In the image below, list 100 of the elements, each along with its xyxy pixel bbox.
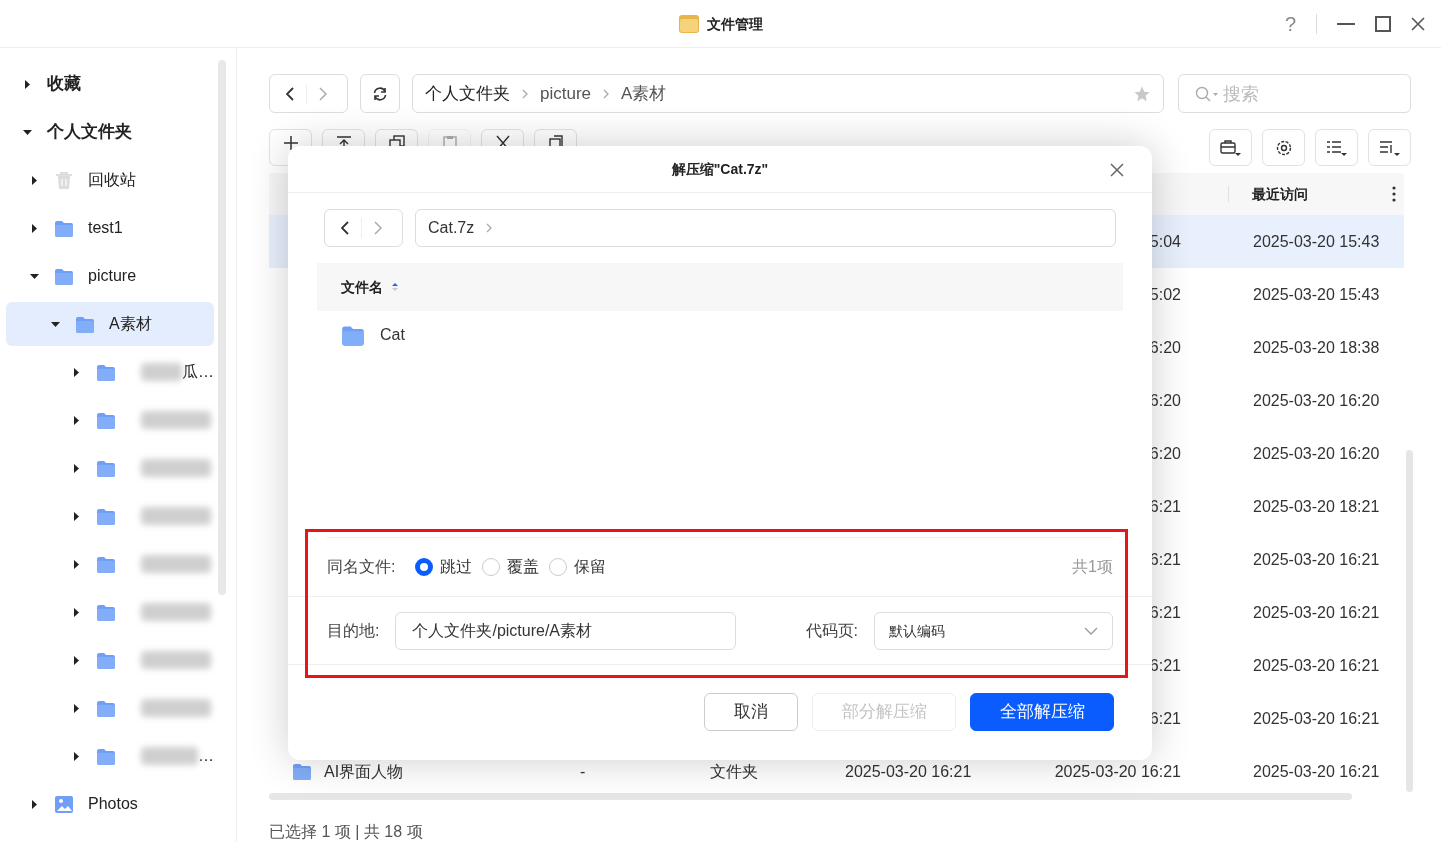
- table-cell: 2025-03-20 16:21: [1253, 762, 1380, 780]
- path-segment[interactable]: picture: [540, 80, 592, 107]
- table-cell: 2025-03-20 16:21: [1253, 550, 1380, 568]
- horizontal-scrollbar[interactable]: [269, 793, 1352, 800]
- caret-right-icon[interactable]: [30, 799, 39, 809]
- path-bar[interactable]: Cat.7z: [415, 209, 1116, 247]
- caret-right-icon[interactable]: [72, 607, 81, 617]
- table-cell: 2025-03-20 16:21: [845, 762, 972, 780]
- tree-item[interactable]: A素材: [6, 302, 214, 346]
- radio-option[interactable]: 跳过: [415, 555, 473, 579]
- chevron-down-icon: [1084, 626, 1098, 635]
- tree-item[interactable]: Photos: [6, 782, 214, 826]
- table-cell: 2025-03-20 16:21: [1253, 709, 1380, 727]
- file-row[interactable]: Cat: [317, 311, 1123, 359]
- caret-right-icon[interactable]: [72, 367, 81, 377]
- dialog-button[interactable]: 取消: [704, 692, 798, 731]
- folder-icon: [96, 506, 116, 526]
- view-button[interactable]: [1315, 129, 1358, 166]
- maximize-icon[interactable]: [1375, 16, 1391, 32]
- path-segment[interactable]: 个人文件夹: [425, 80, 510, 107]
- trash-icon: [54, 170, 74, 190]
- sort-icon[interactable]: [391, 282, 399, 292]
- settings-icon: [1274, 138, 1293, 157]
- tree-item[interactable]: 个人文件夹: [6, 110, 214, 154]
- vertical-scrollbar[interactable]: [1406, 450, 1413, 792]
- caret-down-icon[interactable]: [23, 127, 32, 137]
- more-icon[interactable]: [1392, 186, 1396, 202]
- caret-right-icon[interactable]: [72, 511, 81, 521]
- image-icon: [54, 794, 74, 814]
- folder-icon: [96, 554, 116, 574]
- folder-icon: [96, 746, 116, 766]
- radio-option[interactable]: 保留: [549, 555, 607, 579]
- destination-field[interactable]: 个人文件夹/picture/A素材: [395, 611, 737, 650]
- dialog-title: 解压缩"Cat.7z": [671, 160, 769, 179]
- field-label: 代码页:: [805, 620, 858, 641]
- field-label: 同名文件:: [327, 557, 396, 577]
- chevron-icon: [486, 223, 493, 233]
- caret-down-icon[interactable]: [51, 319, 60, 329]
- radio-button[interactable]: [415, 558, 434, 576]
- codepage-dropdown[interactable]: 默认编码: [874, 611, 1113, 650]
- path-segment[interactable]: A素材: [621, 80, 667, 107]
- caret-right-icon[interactable]: [30, 175, 39, 185]
- folder-icon: [96, 458, 116, 478]
- folder-icon: [678, 14, 699, 33]
- sort-button[interactable]: [1368, 129, 1411, 166]
- tree-item[interactable]: …: [6, 734, 214, 778]
- folder-icon: [54, 266, 74, 286]
- folder-icon: [96, 698, 116, 718]
- path-segment[interactable]: Cat.7z: [428, 216, 475, 240]
- caret-right-icon[interactable]: [30, 223, 39, 233]
- folder-icon: [96, 362, 116, 382]
- tree-item[interactable]: 回收站: [6, 158, 214, 202]
- briefcase-button[interactable]: [1209, 129, 1252, 166]
- table-cell-text: AI界面人物: [324, 761, 404, 782]
- caret-right-icon[interactable]: [72, 415, 81, 425]
- tree-item[interactable]: 瓜…: [6, 350, 214, 394]
- radio-option[interactable]: 覆盖: [482, 555, 540, 579]
- table-cell: 2025-03-20 15:43: [1253, 285, 1380, 303]
- back-icon[interactable]: [341, 221, 349, 235]
- table-cell: 2025-03-20 16:21: [1253, 603, 1380, 621]
- chevron-icon: [522, 88, 528, 99]
- briefcase-icon: [1219, 138, 1242, 157]
- chevron-icon: [603, 88, 610, 99]
- item-count: 共1项: [1072, 557, 1113, 577]
- close-icon[interactable]: [1110, 163, 1124, 177]
- tree-item[interactable]: picture: [6, 254, 214, 298]
- folder-icon: [96, 602, 116, 622]
- close-icon[interactable]: [1411, 17, 1425, 31]
- window-title: 文件管理: [706, 14, 763, 34]
- caret-right-icon[interactable]: [23, 79, 32, 89]
- status-text: 已选择 1 项 | 共 18 项: [269, 823, 423, 840]
- caret-right-icon[interactable]: [72, 559, 81, 569]
- column-header[interactable]: 文件名: [341, 277, 383, 297]
- caret-right-icon[interactable]: [72, 751, 81, 761]
- folder-icon: [75, 314, 95, 334]
- table-cell: 2025-03-20 16:20: [1253, 391, 1380, 409]
- table-cell: 2025-03-20 18:38: [1253, 338, 1380, 356]
- dialog-button[interactable]: 全部解压缩: [970, 692, 1114, 731]
- search-icon: [1195, 85, 1219, 102]
- caret-right-icon[interactable]: [72, 463, 81, 473]
- caret-right-icon[interactable]: [72, 703, 81, 713]
- caret-down-icon[interactable]: [30, 271, 39, 281]
- folder-icon: [96, 410, 116, 430]
- tree-item[interactable]: 收藏: [6, 62, 214, 106]
- table-cell: 文件夹: [710, 762, 758, 780]
- refresh-icon: [372, 85, 388, 102]
- caret-right-icon[interactable]: [72, 655, 81, 665]
- back-icon[interactable]: [286, 86, 294, 101]
- column-header[interactable]: 最近访问: [1229, 184, 1392, 204]
- settings-button[interactable]: [1262, 129, 1305, 166]
- tree-item[interactable]: test1: [6, 206, 214, 250]
- refresh-button[interactable]: [360, 74, 400, 113]
- folder-icon: [96, 650, 116, 670]
- table-cell: 2025-03-20 16:21: [1253, 656, 1380, 674]
- path-bar[interactable]: 个人文件夹 picture A素材: [412, 74, 1164, 113]
- table-cell-text: 2025-03-20 16:21: [1054, 761, 1181, 782]
- table-cell: 2025-03-20 15:43: [1253, 232, 1380, 250]
- help-button[interactable]: ?: [1284, 10, 1296, 38]
- search-placeholder: 搜索: [1223, 82, 1259, 106]
- plus-icon: [282, 135, 299, 151]
